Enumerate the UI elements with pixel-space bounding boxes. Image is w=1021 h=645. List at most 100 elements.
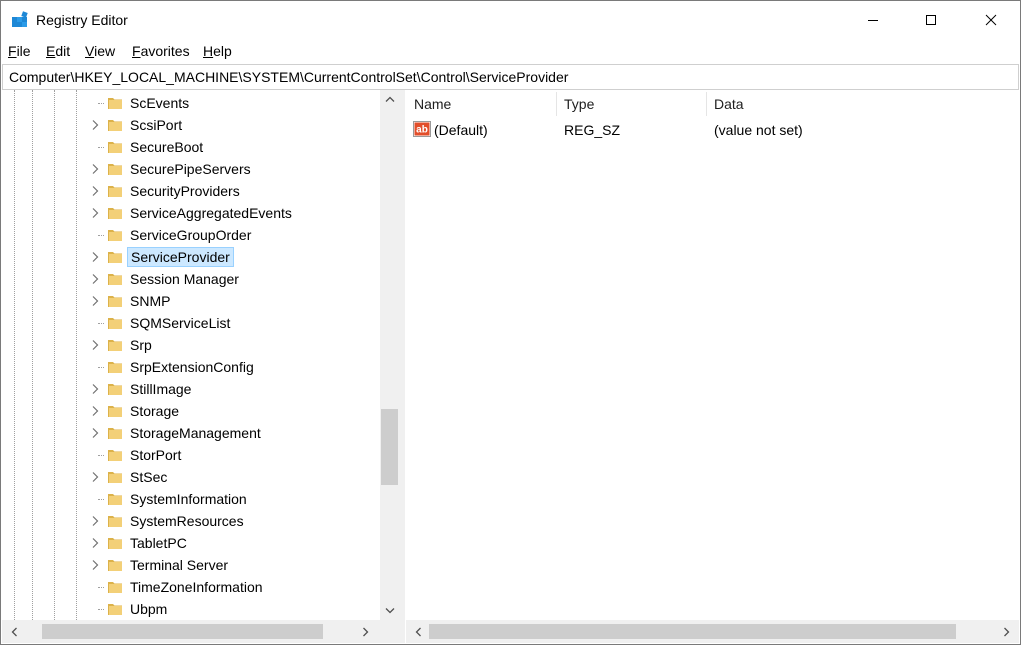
tree-item[interactable]: SrpExtensionConfig [2, 356, 380, 378]
chevron-up-icon [385, 96, 394, 102]
folder-icon [108, 98, 122, 109]
expand-chevron-icon[interactable] [89, 559, 101, 571]
scroll-left-button[interactable] [408, 620, 428, 643]
tree-item[interactable]: ServiceAggregatedEvents [2, 202, 380, 224]
tree-item-label: SecureBoot [130, 139, 204, 155]
tree-item[interactable]: StorPort [2, 444, 380, 466]
tree-item[interactable]: Srp [2, 334, 380, 356]
column-separator[interactable] [556, 92, 557, 116]
folder-icon [108, 120, 122, 131]
tree-connector [98, 323, 104, 324]
folder-icon [108, 340, 122, 351]
tree-item-label: TabletPC [130, 535, 187, 551]
tree-item[interactable]: SystemResources [2, 510, 380, 532]
tree-vertical-scrollbar[interactable] [380, 90, 399, 620]
tree-item-label: SystemInformation [130, 491, 247, 507]
expand-chevron-icon[interactable] [89, 273, 101, 285]
tree-item-label: SecurityProviders [130, 183, 240, 199]
scroll-right-button[interactable] [997, 620, 1017, 643]
expand-chevron-icon[interactable] [89, 537, 101, 549]
tree-item[interactable]: Session Manager [2, 268, 380, 290]
tree-item[interactable]: ServiceProvider [2, 246, 380, 268]
expand-chevron-icon[interactable] [89, 405, 101, 417]
menu-file-label: ile [16, 43, 31, 59]
minimize-icon [868, 20, 878, 21]
scroll-left-button[interactable] [4, 620, 24, 643]
expand-chevron-icon[interactable] [89, 471, 101, 483]
column-separator[interactable] [706, 92, 707, 116]
tree-horizontal-scrollbar[interactable] [2, 620, 399, 643]
tree-item[interactable]: SystemInformation [2, 488, 380, 510]
close-button[interactable] [962, 1, 1020, 39]
tree-item[interactable]: SecurePipeServers [2, 158, 380, 180]
tree-item[interactable]: TimeZoneInformation [2, 576, 380, 598]
folder-icon [108, 604, 122, 615]
tree-item[interactable]: StSec [2, 466, 380, 488]
menu-view-label: iew [94, 43, 116, 59]
minimize-button[interactable] [844, 1, 902, 39]
scroll-right-button[interactable] [356, 620, 376, 643]
tree-connector [98, 147, 104, 148]
folder-icon [108, 582, 122, 593]
chevron-down-icon [385, 607, 394, 613]
tree-item-label: Srp [130, 337, 152, 353]
tree-item[interactable]: ServiceGroupOrder [2, 224, 380, 246]
values-horizontal-scroll-thumb[interactable] [429, 624, 956, 639]
expand-chevron-icon[interactable] [89, 427, 101, 439]
tree-item[interactable]: Terminal Server [2, 554, 380, 576]
expand-chevron-icon[interactable] [89, 339, 101, 351]
tree-item[interactable]: ScsiPort [2, 114, 380, 136]
menu-view[interactable]: View [85, 43, 115, 59]
tree-item-label: TimeZoneInformation [130, 579, 263, 595]
value-data: (value not set) [714, 122, 803, 138]
folder-icon [108, 186, 122, 197]
pane-splitter[interactable] [399, 90, 405, 643]
expand-chevron-icon[interactable] [89, 515, 101, 527]
tree-item[interactable]: StorageManagement [2, 422, 380, 444]
tree-item[interactable]: StillImage [2, 378, 380, 400]
values-horizontal-scrollbar[interactable] [406, 620, 1019, 643]
maximize-button[interactable] [902, 1, 960, 39]
folder-icon [108, 560, 122, 571]
scroll-up-button[interactable] [380, 90, 399, 107]
expand-chevron-icon[interactable] [89, 119, 101, 131]
expand-chevron-icon[interactable] [89, 251, 101, 263]
expand-chevron-icon[interactable] [89, 185, 101, 197]
menu-favorites[interactable]: Favorites [132, 43, 190, 59]
column-header-type[interactable]: Type [564, 90, 594, 118]
title-bar[interactable]: Registry Editor [1, 1, 1020, 39]
tree-item[interactable]: SQMServiceList [2, 312, 380, 334]
column-header-data[interactable]: Data [714, 90, 744, 118]
expand-chevron-icon[interactable] [89, 295, 101, 307]
address-bar[interactable]: Computer\HKEY_LOCAL_MACHINE\SYSTEM\Curre… [2, 64, 1019, 90]
tree-item[interactable]: Ubpm [2, 598, 380, 620]
folder-icon [108, 494, 122, 505]
tree-item[interactable]: TabletPC [2, 532, 380, 554]
expand-chevron-icon[interactable] [89, 383, 101, 395]
chevron-left-icon [11, 627, 17, 636]
expand-chevron-icon[interactable] [89, 207, 101, 219]
key-tree-pane[interactable]: ScEvents ScsiPort SecureBoot SecurePipeServ… [2, 90, 399, 620]
values-list-pane[interactable]: Name Type Data ab (Default) REG_SZ (valu… [406, 90, 1019, 620]
tree-item[interactable]: SNMP [2, 290, 380, 312]
tree-item[interactable]: Storage [2, 400, 380, 422]
tree-vertical-scroll-thumb[interactable] [381, 409, 398, 485]
tree-item[interactable]: SecurityProviders [2, 180, 380, 202]
value-type: REG_SZ [564, 122, 621, 138]
menu-help[interactable]: Help [203, 43, 232, 59]
menu-file[interactable]: File [8, 43, 31, 59]
column-header-name[interactable]: Name [414, 90, 451, 118]
expand-chevron-icon[interactable] [89, 163, 101, 175]
scroll-down-button[interactable] [380, 602, 399, 619]
folder-icon [108, 472, 122, 483]
registry-editor-window: Registry Editor File Edit View Favorites… [0, 0, 1021, 645]
tree-item[interactable]: ScEvents [2, 92, 380, 114]
value-row[interactable]: ab (Default) REG_SZ (value not set) [406, 118, 1019, 142]
tree-horizontal-scroll-thumb[interactable] [42, 624, 323, 639]
tree-item[interactable]: SecureBoot [2, 136, 380, 158]
folder-icon [108, 362, 122, 373]
tree-item-label: SQMServiceList [130, 315, 231, 331]
address-path[interactable]: Computer\HKEY_LOCAL_MACHINE\SYSTEM\Curre… [9, 69, 568, 85]
menu-edit[interactable]: Edit [46, 43, 70, 59]
tree-item-label: ServiceProvider [127, 247, 234, 267]
